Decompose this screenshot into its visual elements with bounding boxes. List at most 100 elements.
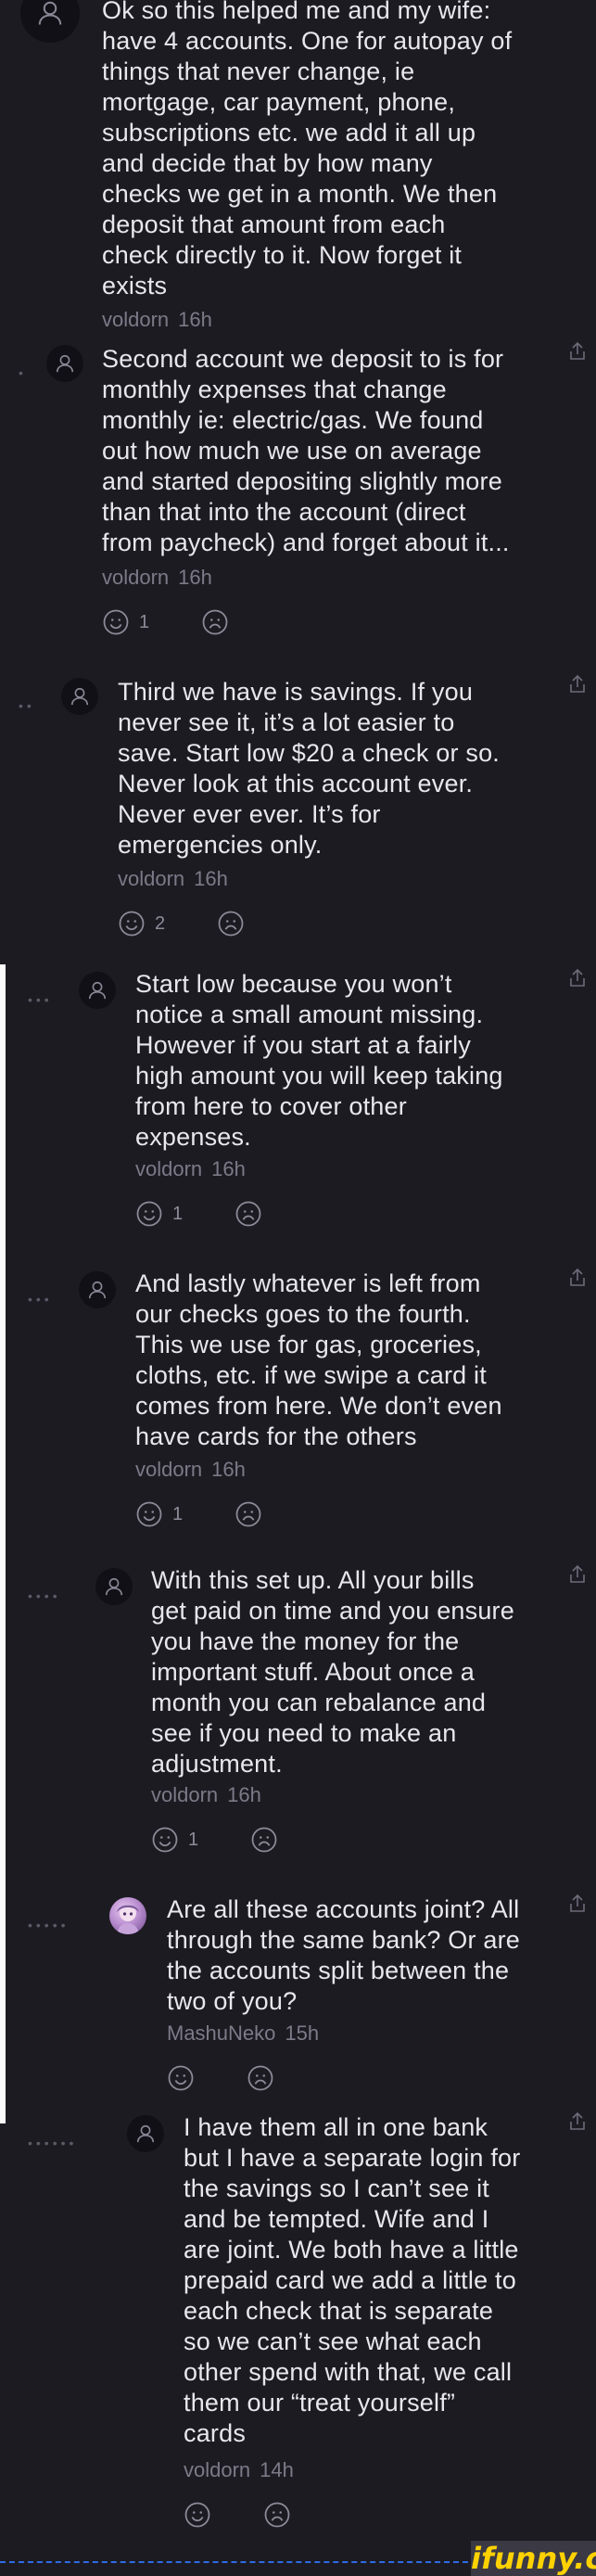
comment-meta: voldorn 16h: [135, 1458, 246, 1482]
like-button[interactable]: [184, 2501, 211, 2529]
user-avatar[interactable]: [127, 2115, 164, 2152]
ifunny-watermark: ifunny.co: [471, 2541, 596, 2576]
user-icon: [56, 354, 74, 373]
comment-time: 16h: [227, 1783, 261, 1806]
dislike-button[interactable]: [247, 2064, 274, 2092]
comment-time: 16h: [178, 566, 212, 589]
like-button[interactable]: 2: [118, 910, 165, 937]
user-icon: [38, 1, 62, 25]
frown-icon: [247, 2065, 273, 2091]
page-edge-strip: [0, 964, 6, 2123]
thread-depth-dots: ••••: [28, 1588, 61, 1603]
smile-icon: [136, 1201, 162, 1227]
comment-author[interactable]: voldorn: [118, 867, 184, 890]
frown-icon: [235, 1501, 261, 1527]
thread-depth-dots: ••••••: [28, 2136, 78, 2150]
like-button[interactable]: [167, 2064, 195, 2092]
user-icon: [88, 1281, 107, 1299]
comment-author[interactable]: MashuNeko: [167, 2021, 275, 2045]
share-icon: [570, 2111, 585, 2130]
like-button[interactable]: 1: [135, 1200, 183, 1228]
dislike-button[interactable]: [263, 2501, 291, 2529]
dislike-button[interactable]: [250, 1826, 278, 1854]
smile-icon: [119, 911, 145, 937]
smile-icon: [168, 2065, 194, 2091]
frown-icon: [264, 2502, 290, 2528]
user-avatar[interactable]: [79, 972, 116, 1009]
comment-meta: voldorn 16h: [151, 1783, 261, 1807]
user-avatar[interactable]: [46, 345, 83, 382]
user-avatar[interactable]: [20, 0, 80, 43]
comment-time: 14h: [260, 2458, 294, 2481]
frown-icon: [218, 911, 244, 937]
comment-author[interactable]: voldorn: [151, 1783, 218, 1806]
comment-time: 16h: [178, 308, 212, 331]
comment-author[interactable]: voldorn: [135, 1458, 202, 1481]
like-button[interactable]: 1: [102, 608, 149, 636]
share-icon: [570, 341, 585, 360]
dislike-button[interactable]: [235, 1500, 262, 1528]
dislike-button[interactable]: [235, 1200, 262, 1228]
comment-meta: voldorn 16h: [102, 566, 212, 590]
comment-meta: voldorn 16h: [102, 308, 212, 332]
reaction-bar: 1: [135, 1500, 314, 1528]
user-avatar[interactable]: [95, 1568, 133, 1605]
comment-time: 16h: [211, 1157, 246, 1180]
smile-icon: [103, 609, 129, 635]
smile-icon: [152, 1827, 178, 1853]
reaction-bar: [167, 2064, 326, 2092]
reaction-bar: 2: [118, 910, 297, 937]
smile-icon: [136, 1501, 162, 1527]
user-icon: [70, 687, 89, 706]
reaction-bar: [184, 2501, 343, 2529]
user-avatar[interactable]: [79, 1271, 116, 1308]
comment-text: I have them all in one bank but I have a…: [184, 2113, 521, 2447]
comment-meta: voldorn 16h: [135, 1157, 246, 1181]
comment-text: And lastly whatever is left from our che…: [135, 1269, 502, 1450]
like-button[interactable]: 1: [151, 1826, 198, 1854]
comment-text: Are all these accounts joint? All throug…: [167, 1895, 521, 2015]
user-avatar[interactable]: [109, 1897, 146, 1934]
frown-icon: [202, 609, 228, 635]
comment-text: Third we have is savings. If you never s…: [118, 678, 500, 859]
smile-icon: [184, 2502, 210, 2528]
user-avatar[interactable]: [61, 678, 98, 715]
share-icon: [570, 968, 585, 987]
share-button[interactable]: [570, 1564, 585, 1588]
share-button[interactable]: [570, 1268, 585, 1291]
share-button[interactable]: [570, 341, 585, 364]
frown-icon: [235, 1201, 261, 1227]
reaction-bar: 1: [135, 1200, 314, 1228]
thread-depth-dots: ••: [19, 698, 35, 713]
user-icon: [88, 981, 107, 1000]
anime-avatar-icon: [117, 1905, 139, 1934]
comment-author[interactable]: voldorn: [102, 566, 169, 589]
like-count: 2: [155, 912, 166, 934]
comment-meta: MashuNeko 15h: [167, 2021, 319, 2046]
dislike-button[interactable]: [217, 910, 245, 937]
share-button[interactable]: [570, 2111, 585, 2135]
like-count: 1: [188, 1829, 199, 1850]
thread-depth-dots: •••: [28, 992, 53, 1007]
user-icon: [136, 2124, 155, 2143]
like-button[interactable]: 1: [135, 1500, 183, 1528]
comment-author[interactable]: voldorn: [184, 2458, 250, 2481]
comment-author[interactable]: voldorn: [135, 1157, 202, 1180]
comment-text: Start low because you won’t notice a sma…: [135, 970, 503, 1151]
share-icon: [570, 1894, 585, 1912]
reaction-bar: 1: [102, 608, 281, 636]
comment-text: Second account we deposit to is for mont…: [102, 345, 510, 556]
share-button[interactable]: [570, 968, 585, 991]
user-icon: [105, 1577, 123, 1596]
comment-meta: voldorn 14h: [184, 2458, 294, 2482]
watermark-divider: [0, 2561, 468, 2563]
comment-author[interactable]: voldorn: [102, 308, 169, 331]
frown-icon: [251, 1827, 277, 1853]
share-button[interactable]: [570, 674, 585, 697]
comment-text: Ok so this helped me and my wife: have 4…: [102, 0, 513, 300]
reaction-bar: 1: [151, 1826, 330, 1854]
dislike-button[interactable]: [201, 608, 229, 636]
share-button[interactable]: [570, 1894, 585, 1917]
like-count: 1: [172, 1503, 184, 1524]
thread-depth-dots: •••••: [28, 1918, 70, 1932]
